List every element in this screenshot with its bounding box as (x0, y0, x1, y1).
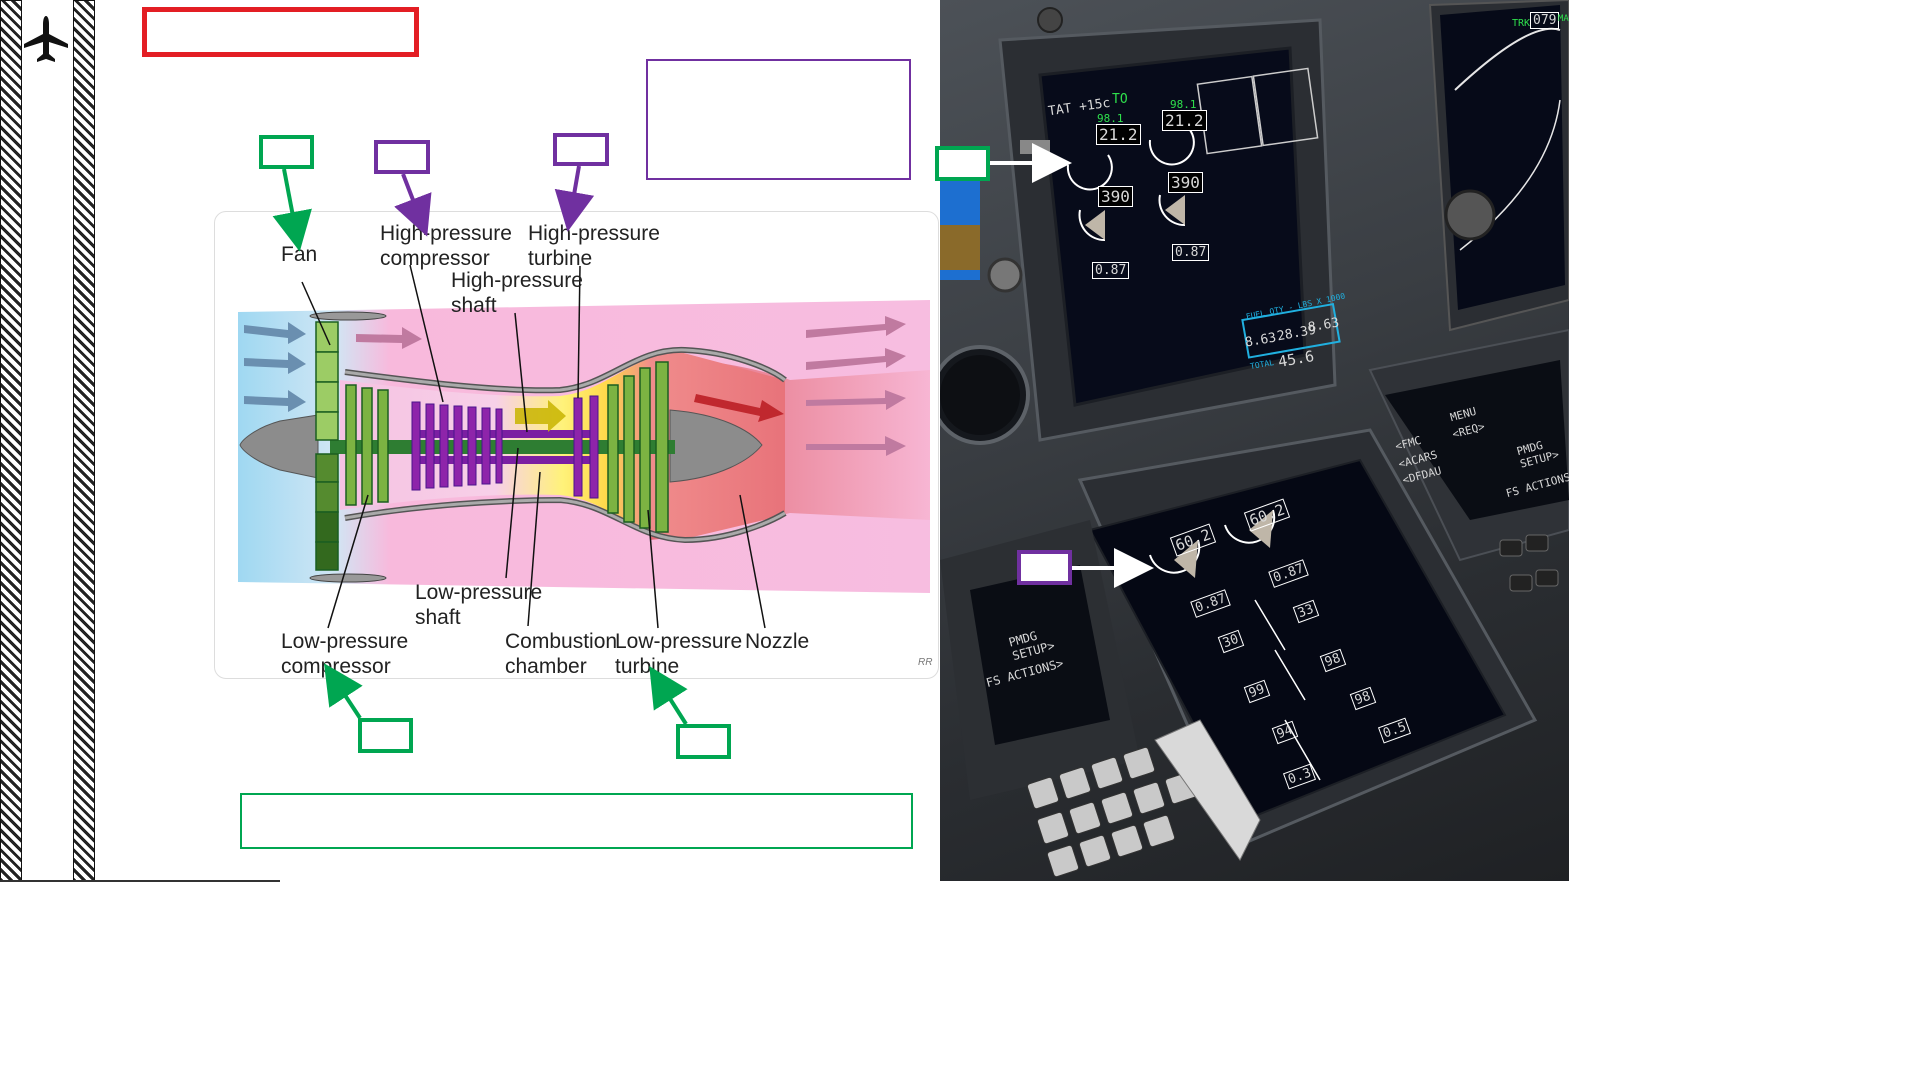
cockpit-callout-arrows (990, 143, 1154, 588)
bottom-margin (0, 882, 1569, 1081)
callout-cockpit-n2 (1017, 550, 1072, 585)
nd-track-label: TRK (1512, 18, 1531, 29)
callout-cockpit-n1 (935, 146, 990, 181)
nd-heading: 079 (1530, 12, 1560, 29)
nd-mag-label: MAG (1558, 14, 1569, 24)
right-margin (1569, 0, 1921, 1081)
